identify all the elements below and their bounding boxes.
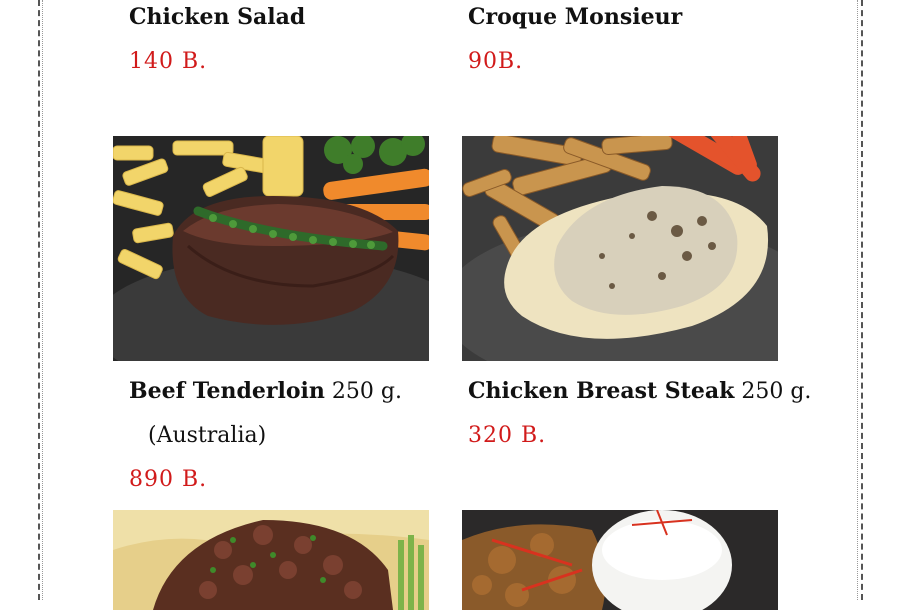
- menu-item-weight: 250 g.: [331, 379, 402, 404]
- menu-item-price: 890 B.: [129, 467, 208, 492]
- menu-item-name: Beef Tenderloin 250 g.: [129, 378, 402, 404]
- beef-stroganoff-photo: [113, 510, 429, 610]
- menu-item-weight: 250 g.: [741, 379, 812, 404]
- menu-item-origin: (Australia): [148, 423, 267, 448]
- page-border-right-inner: [857, 0, 858, 600]
- menu-item-name: Croque Monsieur: [468, 4, 683, 30]
- page-border-right: [861, 0, 863, 600]
- page-border-left: [38, 0, 40, 600]
- page-border-left-inner: [42, 0, 43, 600]
- menu-item-price: 320 B.: [468, 423, 547, 448]
- menu-item-price: 90B.: [468, 49, 524, 74]
- menu-item-price: 140 B.: [129, 49, 208, 74]
- curry-rice-photo: [462, 510, 778, 610]
- menu-item-name: Chicken Breast Steak 250 g.: [468, 378, 812, 404]
- beef-tenderloin-photo: [113, 136, 429, 361]
- chicken-breast-photo: [462, 136, 778, 361]
- menu-item-name: Chicken Salad: [129, 4, 306, 30]
